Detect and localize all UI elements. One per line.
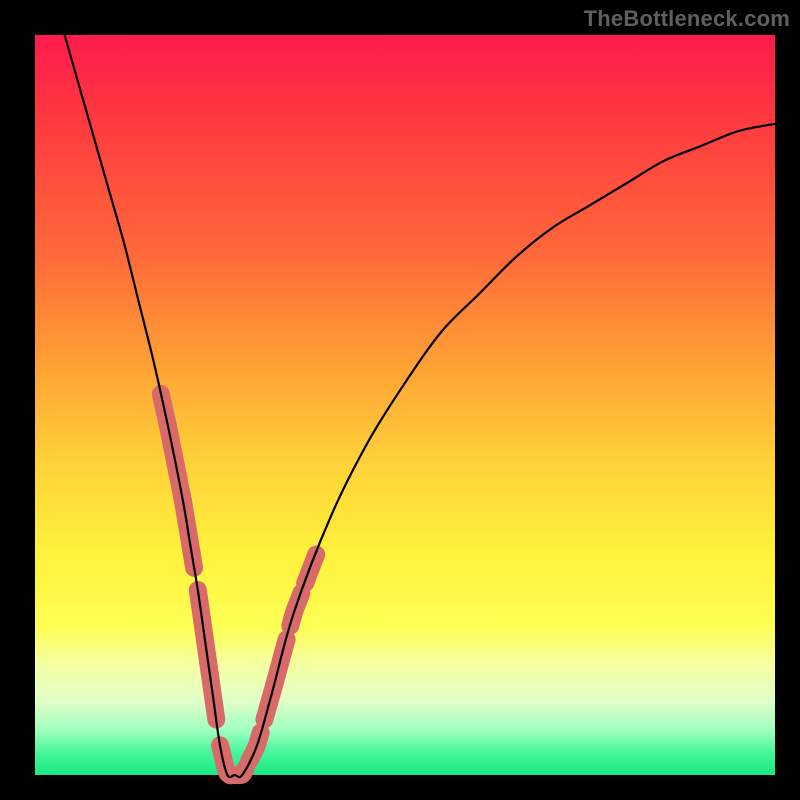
chart-frame: TheBottleneck.com — [0, 0, 800, 800]
curve-svg — [35, 35, 775, 775]
watermark-text: TheBottleneck.com — [584, 6, 790, 32]
plot-area — [35, 35, 775, 775]
highlight-segments — [161, 394, 316, 775]
